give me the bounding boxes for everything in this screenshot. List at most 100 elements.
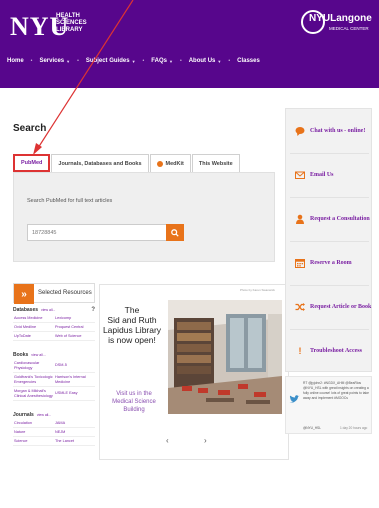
resource-link[interactable]: Harrison's Internal Medicine bbox=[54, 375, 95, 384]
nav-label: Services bbox=[39, 58, 65, 64]
sidebar-item-chat[interactable]: Chat with us - online! bbox=[286, 113, 373, 149]
person-icon bbox=[295, 214, 305, 224]
search-heading: Search bbox=[13, 123, 47, 134]
sidebar: Chat with us - online! Email Us Request … bbox=[285, 108, 372, 372]
library-logo-text: HEALTH SCIENCES LIBRARY bbox=[56, 13, 96, 34]
sidebar-item-troubleshoot[interactable]: ! Troubleshoot Access bbox=[286, 333, 373, 369]
nav-label: FAQs bbox=[151, 58, 167, 64]
nav-subject-guides[interactable]: Subject Guides ▼ bbox=[79, 58, 143, 64]
double-chevron-right-icon: » bbox=[14, 284, 34, 304]
table-row: Ovid Medline Proquest Central bbox=[13, 323, 95, 332]
tweet-text: RT @jyjohn2: #NGDX_AHM @BeaRios @NYU_HSL… bbox=[303, 381, 369, 400]
resource-link[interactable]: Science bbox=[13, 439, 54, 444]
promo-visit-line: Medical Science Building bbox=[112, 399, 156, 413]
exclamation-icon: ! bbox=[298, 346, 302, 356]
langone-subtitle: MEDICAL CENTER bbox=[329, 26, 369, 31]
caret-down-icon: ▼ bbox=[217, 58, 222, 64]
resource-link[interactable]: Goldfrank's Toxicologic Emergencies bbox=[13, 375, 54, 384]
tab-label: This Website bbox=[198, 160, 233, 167]
resource-category: Databases view all...? bbox=[13, 306, 95, 314]
table-row: Nature NEJM bbox=[13, 428, 95, 437]
resource-link[interactable]: Ovid Medline bbox=[13, 325, 54, 330]
tweet-timestamp[interactable]: 1 day 20 hours ago bbox=[340, 426, 367, 430]
caret-down-icon: ▼ bbox=[131, 58, 136, 64]
sidebar-item-consultation[interactable]: Request a Consultation bbox=[286, 201, 373, 237]
resource-link[interactable]: DSM-5 bbox=[54, 363, 95, 368]
sidebar-item-label: Reserve a Room bbox=[310, 260, 352, 266]
resource-link[interactable]: JAMA bbox=[54, 421, 95, 426]
photo-credit: Photo by Karen Swanwick bbox=[240, 288, 275, 292]
nav-faqs[interactable]: FAQs ▼ bbox=[144, 58, 180, 64]
twitter-bird-icon bbox=[289, 395, 300, 403]
sidebar-item-email[interactable]: Email Us bbox=[286, 157, 373, 193]
caret-down-icon: ▼ bbox=[66, 58, 71, 64]
nav-separator-icon: • bbox=[30, 58, 33, 64]
resource-link[interactable]: Circulation bbox=[13, 421, 54, 426]
carousel-prev-button[interactable]: ‹ bbox=[166, 436, 169, 445]
search-icon bbox=[171, 228, 179, 237]
tweet-handle[interactable]: @NYU_HSL bbox=[303, 426, 321, 430]
nav-label: About Us bbox=[188, 58, 216, 64]
sidebar-divider bbox=[290, 241, 369, 242]
resource-link[interactable]: UpToDate bbox=[13, 334, 54, 339]
tab-label: PubMed bbox=[21, 160, 43, 166]
table-row: UpToDate Web of Science bbox=[13, 332, 95, 341]
sidebar-item-label: Troubleshoot Access bbox=[310, 348, 362, 354]
resource-link[interactable]: Lexicomp bbox=[54, 316, 95, 321]
resource-link[interactable]: Morgan & Mikhail's Clinical Anesthesiolo… bbox=[13, 389, 54, 398]
sidebar-item-reserve-room[interactable]: Reserve a Room bbox=[286, 245, 373, 281]
nav-about-us[interactable]: About Us ▼ bbox=[182, 58, 229, 64]
langone-logo[interactable]: NYULangone MEDICAL CENTER bbox=[301, 10, 372, 36]
langone-name: NYULangone bbox=[309, 13, 372, 24]
resources-list: Databases view all...? Access Medicine Lex… bbox=[13, 306, 95, 446]
table-row: Science The Lancet bbox=[13, 437, 95, 446]
nav-services[interactable]: Services ▼ bbox=[32, 58, 77, 64]
tab-journals-databases-books[interactable]: Journals, Databases and Books bbox=[51, 154, 149, 172]
nav-label: Classes bbox=[237, 58, 260, 64]
sidebar-item-label: Chat with us - online! bbox=[310, 128, 366, 134]
resource-link[interactable]: Web of Science bbox=[54, 334, 95, 339]
selected-resources-header[interactable]: » Selected Resources bbox=[13, 283, 95, 304]
resource-link[interactable]: USMLE Easy bbox=[54, 391, 95, 396]
tab-pubmed[interactable]: PubMed bbox=[13, 154, 51, 172]
resource-link[interactable]: Access Medicine bbox=[13, 316, 54, 321]
sidebar-divider bbox=[290, 197, 369, 198]
pubmed-search-input[interactable] bbox=[27, 224, 167, 241]
nav-classes[interactable]: Classes bbox=[230, 58, 267, 64]
search-tabs: PubMed Journals, Databases and Books Med… bbox=[13, 154, 241, 172]
sidebar-divider bbox=[290, 329, 369, 330]
category-name: Books bbox=[13, 352, 29, 358]
caret-down-icon: ▼ bbox=[168, 58, 173, 64]
resource-category: Journals view all... bbox=[13, 411, 95, 419]
view-all-link[interactable]: view all... bbox=[37, 413, 51, 417]
chat-icon bbox=[295, 126, 305, 136]
main-nav: Home • Services ▼ • Subject Guides ▼ • FAQ… bbox=[0, 53, 267, 69]
tab-this-website[interactable]: This Website bbox=[191, 154, 240, 172]
view-all-link[interactable]: view all... bbox=[31, 353, 45, 357]
resource-category: Books view all... bbox=[13, 351, 95, 359]
resource-link[interactable]: NEJM bbox=[54, 430, 95, 435]
resource-link[interactable]: The Lancet bbox=[54, 439, 95, 444]
tab-medkit[interactable]: MedKit bbox=[149, 154, 191, 172]
library-logo-line: LIBRARY bbox=[56, 27, 83, 33]
resource-link[interactable]: Cardiovascular Physiology bbox=[13, 361, 54, 370]
search-button[interactable] bbox=[166, 224, 184, 241]
email-icon bbox=[295, 170, 305, 180]
library-logo-line: SCIENCES bbox=[56, 20, 87, 26]
sidebar-divider bbox=[290, 153, 369, 154]
help-icon[interactable]: ? bbox=[91, 307, 95, 313]
search-panel bbox=[13, 172, 275, 262]
table-row: Circulation JAMA bbox=[13, 419, 95, 428]
nav-separator-icon: • bbox=[142, 58, 145, 64]
view-all-link[interactable]: view all... bbox=[41, 308, 55, 312]
nav-home[interactable]: Home bbox=[0, 58, 31, 64]
sidebar-item-request-article[interactable]: Request Article or Book bbox=[286, 289, 373, 325]
promo-headline-line: Sid and Ruth bbox=[107, 315, 157, 325]
promo-headline-line: The bbox=[124, 305, 140, 315]
carousel-next-button[interactable]: › bbox=[204, 436, 207, 445]
resource-link[interactable]: Nature bbox=[13, 430, 54, 435]
resource-link[interactable]: Proquest Central bbox=[54, 325, 95, 330]
promo-visit-text: Visit us in the Medical Science Building bbox=[102, 390, 166, 414]
table-row: Cardiovascular Physiology DSM-5 bbox=[13, 359, 95, 373]
library-logo-line: HEALTH bbox=[56, 13, 80, 19]
